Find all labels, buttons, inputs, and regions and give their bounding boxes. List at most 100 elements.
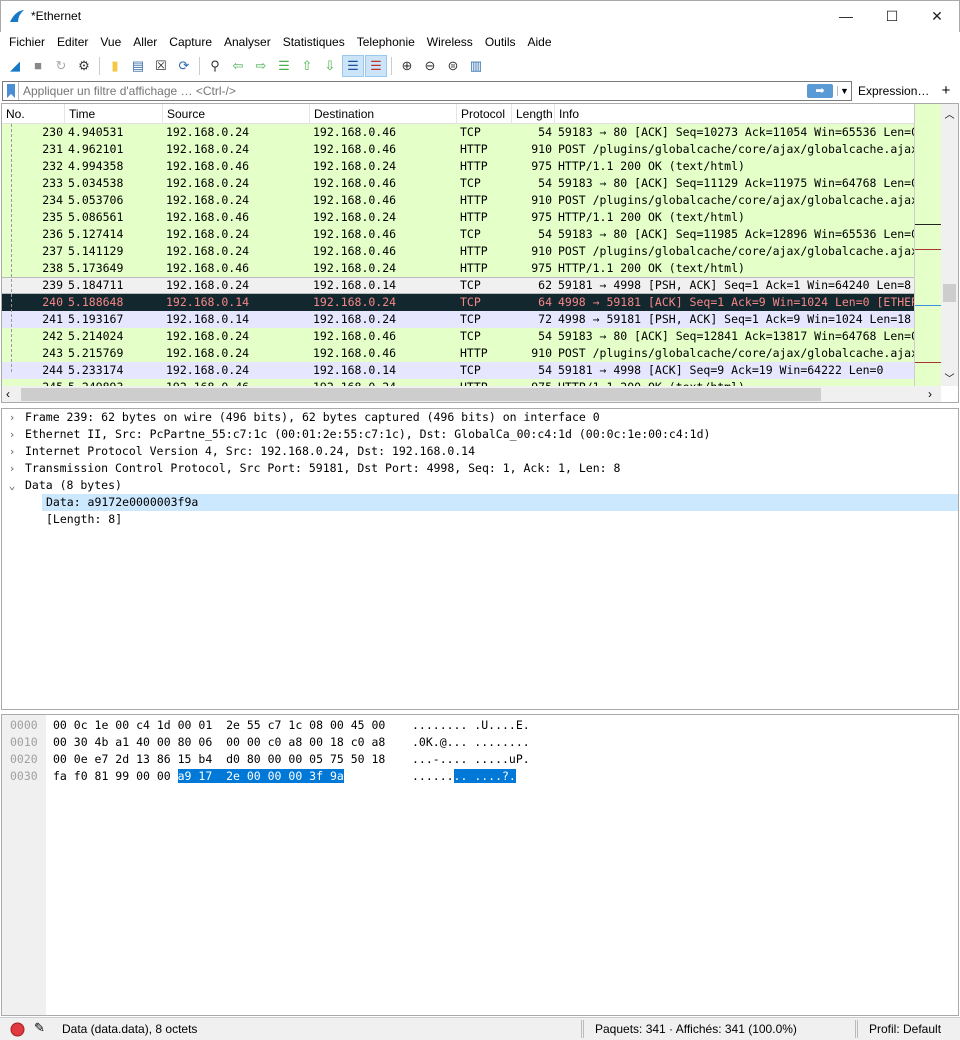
hex-bytes[interactable]: 00 0c 1e 00 c4 1d 00 01 2e 55 c7 1c 08 0…	[53, 717, 385, 734]
hex-bytes[interactable]: 00 30 4b a1 40 00 80 06 00 00 c0 a8 00 1…	[53, 734, 385, 751]
column-header-protocol[interactable]: Protocol	[456, 104, 505, 124]
column-header-source[interactable]: Source	[162, 104, 205, 124]
scroll-thumb[interactable]	[943, 284, 956, 302]
packet-row[interactable]: 242 5.214024 192.168.0.24 192.168.0.46 TCP 54…	[2, 328, 914, 345]
packet-row[interactable]: 240 5.188648 192.168.0.14 192.168.0.24 TCP 64…	[2, 294, 914, 311]
ascii-bytes[interactable]: ...-.... .....uP.	[412, 751, 530, 768]
filter-history-dropdown-icon[interactable]: ▼	[837, 85, 851, 96]
maximize-button[interactable]: ☐	[869, 1, 915, 31]
expand-chevron-right-icon[interactable]: ›	[6, 460, 18, 477]
menu-fichier[interactable]: Fichier	[5, 32, 53, 52]
menu-telephonie[interactable]: Telephonie	[353, 32, 423, 52]
hex-bytes[interactable]: fa f0 81 99 00 00 a9 17 2e 00 00 00 3f 9…	[53, 768, 344, 785]
packet-row[interactable]: 238 5.173649 192.168.0.46 192.168.0.24 HTTP 9…	[2, 260, 914, 277]
go-forward-icon[interactable]: ⇨	[250, 55, 272, 77]
ascii-bytes[interactable]: .0K.@... ........	[412, 734, 530, 751]
packet-list-vertical-scrollbar[interactable]: ︿ ﹀	[941, 104, 958, 386]
resize-columns-icon[interactable]: ▥	[465, 55, 487, 77]
close-button[interactable]: ✕	[914, 1, 960, 31]
ascii-text: ......	[412, 769, 454, 783]
detail-line[interactable]: ⌄ Data (8 bytes)	[2, 477, 958, 494]
packet-row[interactable]: 241 5.193167 192.168.0.14 192.168.0.24 TCP 72…	[2, 311, 914, 328]
packet-row[interactable]: 232 4.994358 192.168.0.46 192.168.0.24 HTTP 9…	[2, 158, 914, 175]
packet-minimap[interactable]	[914, 104, 941, 386]
display-filter-input[interactable]	[19, 83, 807, 98]
menu-capture[interactable]: Capture	[165, 32, 220, 52]
stop-capture-icon[interactable]: ■	[27, 55, 49, 77]
find-packet-icon[interactable]: ⚲	[204, 55, 226, 77]
scroll-thumb[interactable]	[21, 388, 821, 401]
go-first-icon[interactable]: ⇧	[296, 55, 318, 77]
restart-capture-icon[interactable]: ↻	[50, 55, 72, 77]
packet-row[interactable]: 239 5.184711 192.168.0.24 192.168.0.14 TCP 62…	[2, 277, 914, 294]
scroll-left-icon[interactable]: ‹	[6, 387, 10, 401]
apply-filter-arrow-icon[interactable]: ➡	[807, 83, 833, 98]
column-header-no[interactable]: No.	[2, 104, 25, 124]
packet-row[interactable]: 231 4.962101 192.168.0.24 192.168.0.46 HTTP 9…	[2, 141, 914, 158]
detail-line[interactable]: › Ethernet II, Src: PcPartne_55:c7:1c (00…	[2, 426, 958, 443]
start-capture-icon[interactable]: ◢	[4, 55, 26, 77]
expand-chevron-right-icon[interactable]: ›	[6, 426, 18, 443]
capture-status-icon[interactable]	[10, 1022, 25, 1037]
column-header-time[interactable]: Time	[64, 104, 95, 124]
menu-outils[interactable]: Outils	[481, 32, 524, 52]
menu-statistiques[interactable]: Statistiques	[279, 32, 353, 52]
scroll-down-icon[interactable]: ﹀	[941, 370, 958, 385]
packet-row[interactable]: 244 5.233174 192.168.0.24 192.168.0.14 TCP 54…	[2, 362, 914, 379]
minimize-button[interactable]: —	[823, 1, 869, 31]
packet-list-horizontal-scrollbar[interactable]: ‹ ›	[2, 386, 941, 402]
reload-file-icon[interactable]: ⟳	[173, 55, 195, 77]
detail-line[interactable]: [Length: 8]	[2, 511, 958, 528]
zoom-out-icon[interactable]: ⊖	[419, 55, 441, 77]
save-file-icon[interactable]: ▤	[127, 55, 149, 77]
packet-src: 192.168.0.46	[166, 379, 249, 386]
open-file-icon[interactable]: ▮	[104, 55, 126, 77]
close-file-icon[interactable]: ☒	[150, 55, 172, 77]
detail-line[interactable]: › Transmission Control Protocol, Src Port…	[2, 460, 958, 477]
packet-src: 192.168.0.46	[166, 159, 250, 173]
scroll-right-icon[interactable]: ›	[928, 387, 932, 401]
go-back-icon[interactable]: ⇦	[227, 55, 249, 77]
go-last-icon[interactable]: ⇩	[319, 55, 341, 77]
detail-line[interactable]: › Frame 239: 62 bytes on wire (496 bits),…	[2, 409, 958, 426]
packet-row[interactable]: 230 4.940531 192.168.0.24 192.168.0.46 TCP 54…	[2, 124, 914, 141]
packet-row[interactable]: 243 5.215769 192.168.0.24 192.168.0.46 HTTP 9…	[2, 345, 914, 362]
packet-row[interactable]: 237 5.141129 192.168.0.24 192.168.0.46 HTTP 9…	[2, 243, 914, 260]
expand-chevron-right-icon[interactable]: ›	[6, 443, 18, 460]
status-profile[interactable]: Profil: Default	[869, 1022, 941, 1036]
auto-scroll-icon[interactable]: ☰	[342, 54, 364, 77]
menu-vue[interactable]: Vue	[96, 32, 129, 52]
edit-comment-icon[interactable]: ✎	[34, 1020, 45, 1036]
packet-row[interactable]: 245 5.249893 192.168.0.46 192.168.0.24 HTTP 9…	[2, 379, 914, 386]
column-header-length[interactable]: Length	[511, 104, 553, 124]
expand-chevron-down-icon[interactable]: ⌄	[6, 477, 18, 494]
packet-row[interactable]: 234 5.053706 192.168.0.24 192.168.0.46 HTTP 9…	[2, 192, 914, 209]
detail-line[interactable]: › Internet Protocol Version 4, Src: 192.1…	[2, 443, 958, 460]
packet-row[interactable]: 235 5.086561 192.168.0.46 192.168.0.24 HTTP 9…	[2, 209, 914, 226]
zoom-in-icon[interactable]: ⊕	[396, 55, 418, 77]
column-header-destination[interactable]: Destination	[309, 104, 374, 124]
expand-chevron-right-icon[interactable]: ›	[6, 409, 18, 426]
hex-offset: 0020	[10, 752, 38, 766]
colorize-icon[interactable]: ☰	[365, 54, 387, 77]
expression-button[interactable]: Expression…	[858, 84, 929, 98]
menu-aller[interactable]: Aller	[129, 32, 165, 52]
column-header-info[interactable]: Info	[554, 104, 579, 124]
menu-aide[interactable]: Aide	[524, 32, 560, 52]
zoom-normal-icon[interactable]: ⊜	[442, 55, 464, 77]
detail-line[interactable]: Data: a9172e0000003f9a	[42, 494, 958, 511]
packet-row[interactable]: 233 5.034538 192.168.0.24 192.168.0.46 TCP 54…	[2, 175, 914, 192]
packet-row[interactable]: 236 5.127414 192.168.0.24 192.168.0.46 TCP 54…	[2, 226, 914, 243]
ascii-bytes[interactable]: ........ .U....E.	[412, 717, 530, 734]
menu-editer[interactable]: Editer	[53, 32, 96, 52]
menu-analyser[interactable]: Analyser	[220, 32, 279, 52]
menu-wireless[interactable]: Wireless	[423, 32, 481, 52]
hex-bytes[interactable]: 00 0e e7 2d 13 86 15 b4 d0 80 00 00 05 7…	[53, 751, 385, 768]
ascii-bytes[interactable]: ........ ....?.	[412, 768, 516, 785]
capture-options-icon[interactable]: ⚙	[73, 55, 95, 77]
packet-info: HTTP/1.1 200 OK (text/html)	[558, 379, 745, 386]
add-filter-button[interactable]: +	[938, 82, 954, 99]
bookmark-icon[interactable]	[3, 81, 19, 100]
go-to-packet-icon[interactable]: ☰	[273, 55, 295, 77]
scroll-up-icon[interactable]: ︿	[941, 106, 958, 121]
